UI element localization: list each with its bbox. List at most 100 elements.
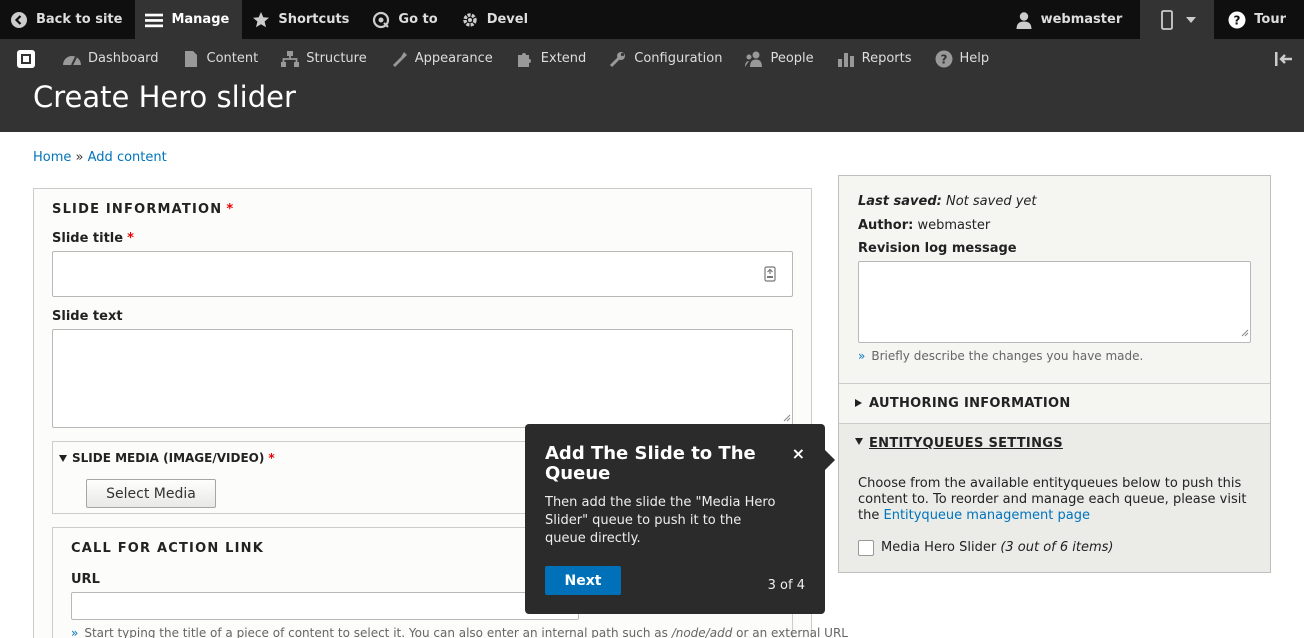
back-to-site-label: Back to site [36,12,123,27]
url-desc-example: /node/add [671,626,733,638]
user-tab[interactable]: webmaster [1001,0,1141,39]
slide-text-textarea[interactable] [52,329,793,428]
url-description: » Start typing the title of a piece of co… [71,626,848,638]
tray-item-content-label: Content [206,51,259,66]
dashboard-icon [62,49,82,69]
queue-count: (3 out of 6 items) [1000,540,1114,555]
svg-text:?: ? [1234,13,1241,27]
collapse-tray-icon[interactable] [1264,39,1304,78]
tray-item-help[interactable]: ? Help [924,39,1002,78]
devel-tab[interactable]: Devel [451,0,541,39]
tray-item-content[interactable]: Content [171,39,271,78]
slide-text-label: Slide text [52,309,123,324]
slide-information-title: SLIDE INFORMATION [52,202,223,217]
slide-title-input[interactable] [52,251,793,297]
revision-log-description: » Briefly describe the changes you have m… [858,349,1143,363]
breadcrumb-add-content-link[interactable]: Add content [88,150,167,165]
raquo-icon: » [71,626,79,638]
help-icon: ? [934,49,954,69]
url-desc-suffix: or an external URL [732,626,848,638]
breadcrumb-home-link[interactable]: Home [33,150,71,165]
slide-title-required-marker: * [127,231,134,246]
back-to-site-link[interactable]: Back to site [0,0,135,39]
entityqueues-settings-summary[interactable]: ENTITYQUEUES SETTINGS [855,436,1063,451]
last-saved-row: Last saved: Not saved yet [858,194,1037,209]
media-hero-slider-checkbox-label[interactable]: Media Hero Slider (3 out of 6 items) [881,540,1114,555]
gear-icon [461,11,479,29]
devel-label: Devel [486,12,529,27]
tray-item-extend[interactable]: Extend [505,39,599,78]
puzzle-icon [515,49,535,69]
media-hero-slider-checkbox[interactable] [858,540,874,556]
shortcuts-tab[interactable]: Shortcuts [242,0,362,39]
slide-media-required-marker: * [268,451,275,465]
last-saved-value: Not saved yet [945,194,1037,209]
tray-item-dashboard[interactable]: Dashboard [52,39,171,78]
tour-tip-close-icon[interactable]: × [792,444,805,463]
star-icon [252,11,270,29]
tray-item-appearance[interactable]: Appearance [379,39,505,78]
slide-media-label: SLIDE MEDIA (IMAGE/VIDEO) [72,451,265,465]
authoring-information-details: AUTHORING INFORMATION [839,383,1270,423]
bar-chart-icon [836,49,856,69]
tray-item-reports[interactable]: Reports [826,39,924,78]
breadcrumb: Home » Add content [33,150,167,165]
tour-label: Tour [1254,12,1286,27]
tray-item-extend-label: Extend [540,51,587,66]
manage-tray: Dashboard Content Structure Appearance E… [0,39,1304,78]
call-for-action-legend: CALL FOR ACTION LINK [71,541,264,556]
entityqueue-management-link[interactable]: Entityqueue management page [883,508,1090,523]
responsive-preview-button[interactable] [1140,0,1215,39]
revision-log-textarea[interactable] [858,261,1251,343]
triangle-right-icon [855,399,862,407]
textarea-resize-handle[interactable] [1241,326,1249,341]
tray-item-people[interactable]: People [734,39,825,78]
manage-tab[interactable]: Manage [135,0,243,39]
tour-progress: 3 of 4 [767,578,805,593]
drupal-logo-icon[interactable] [0,39,52,78]
url-label: URL [71,572,100,587]
entityqueues-settings-label: ENTITYQUEUES SETTINGS [869,436,1063,451]
tray-item-configuration[interactable]: Configuration [598,39,734,78]
triangle-down-icon [855,438,863,445]
raquo-icon: » [858,349,866,363]
tray-item-reports-label: Reports [861,51,912,66]
tray-item-structure[interactable]: Structure [270,39,378,78]
shortcuts-label: Shortcuts [278,12,350,27]
revision-desc-text: Briefly describe the changes you have ma… [871,349,1144,363]
breadcrumb-separator: » [75,150,84,165]
triangle-down-icon [59,455,67,462]
go-to-tab[interactable]: Go to [362,0,450,39]
slide-title-label-text: Slide title [52,231,124,246]
authoring-information-summary[interactable]: AUTHORING INFORMATION [855,396,1071,411]
tour-tip: Add The Slide to The Queue × Then add th… [525,424,825,614]
tray-item-people-label: People [770,51,814,66]
revision-log-label: Revision log message [858,241,1017,256]
svg-text:?: ? [940,52,947,66]
admin-toolbar: Back to site Manage Shortcuts Go to Deve… [0,0,1304,39]
tray-item-configuration-label: Configuration [634,51,723,66]
tour-tip-body: Then add the slide the "Media Hero Slide… [545,495,776,546]
chevron-down-icon [1186,16,1197,23]
tray-item-help-label: Help [959,51,990,66]
go-to-icon [372,11,390,29]
slide-information-legend: SLIDE INFORMATION * [52,202,234,217]
queue-name: Media Hero Slider [881,540,997,555]
tour-tip-title: Add The Slide to The Queue [545,443,756,484]
structure-icon [280,49,300,69]
tour-button[interactable]: ? Tour [1214,0,1304,39]
back-arrow-icon [10,11,28,29]
tour-next-button[interactable]: Next [545,566,621,595]
people-icon [744,49,764,69]
tray-item-appearance-label: Appearance [414,51,493,66]
author-value: webmaster [917,218,991,233]
page-header: Create Hero slider [0,78,1304,132]
manage-label: Manage [171,12,230,27]
slide-media-summary[interactable]: SLIDE MEDIA (IMAGE/VIDEO) * [59,451,275,465]
url-input[interactable] [71,592,579,620]
last-saved-label: Last saved: [858,194,942,209]
select-media-button[interactable]: Select Media [86,479,216,508]
help-question-icon: ? [1228,11,1246,29]
user-icon [1015,11,1033,29]
author-label: Author: [858,218,914,233]
